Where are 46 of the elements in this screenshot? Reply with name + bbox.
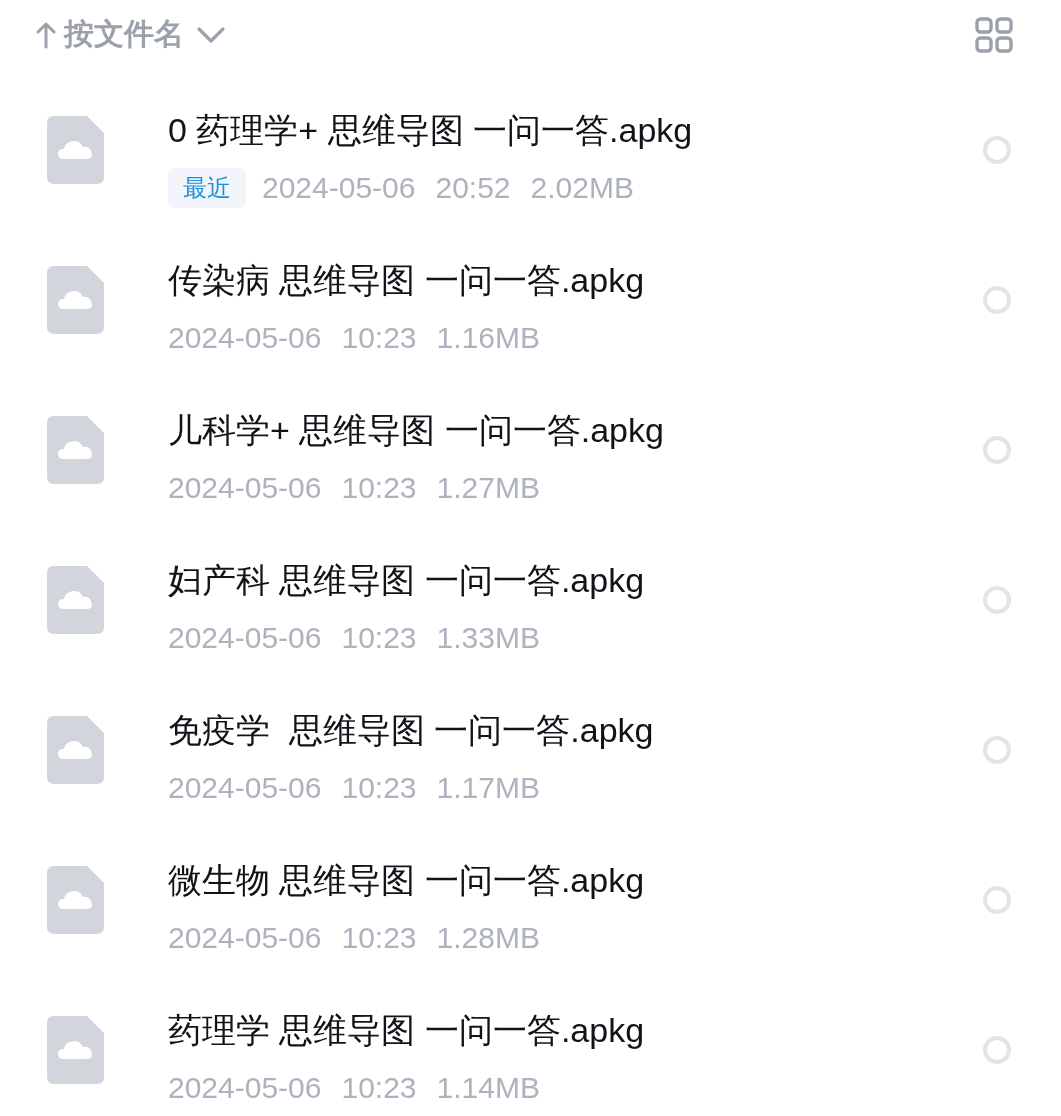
select-radio[interactable] (983, 1036, 1011, 1064)
select-radio[interactable] (983, 286, 1011, 314)
file-time: 10:23 (341, 320, 417, 356)
file-name[interactable]: 妇产科 思维导图 一问一答.apkg (168, 558, 983, 602)
file-size: 1.14MB (436, 1070, 540, 1106)
arrow-up-icon (36, 20, 56, 49)
file-name[interactable]: 0 药理学+ 思维导图 一问一答.apkg (168, 108, 983, 152)
file-time: 20:52 (435, 170, 511, 206)
file-size: 1.28MB (436, 920, 540, 956)
select-radio[interactable] (983, 136, 1011, 164)
file-time: 10:23 (341, 620, 417, 656)
select-radio[interactable] (983, 736, 1011, 764)
select-radio[interactable] (983, 586, 1011, 614)
file-time: 10:23 (341, 470, 417, 506)
file-name[interactable]: 微生物 思维导图 一问一答.apkg (168, 858, 983, 902)
file-size: 1.17MB (436, 770, 540, 806)
cloud-file-icon (47, 416, 104, 484)
cloud-file-icon (47, 266, 104, 334)
cloud-file-icon (47, 116, 104, 184)
file-size: 1.33MB (436, 620, 540, 656)
file-time: 10:23 (341, 920, 417, 956)
grid-view-icon[interactable] (975, 16, 1013, 53)
cloud-file-icon (47, 1016, 104, 1084)
file-date: 2024-05-06 (168, 620, 322, 656)
cloud-file-icon (47, 716, 104, 784)
file-date: 2024-05-06 (168, 920, 322, 956)
file-size: 1.27MB (436, 470, 540, 506)
file-time: 10:23 (341, 770, 417, 806)
file-date: 2024-05-06 (168, 770, 322, 806)
cloud-file-icon (47, 566, 104, 634)
file-size: 1.16MB (436, 320, 540, 356)
file-date: 2024-05-06 (168, 1070, 322, 1106)
file-name[interactable]: 儿科学+ 思维导图 一问一答.apkg (168, 408, 983, 452)
file-date: 2024-05-06 (262, 170, 416, 206)
select-radio[interactable] (983, 436, 1011, 464)
file-name[interactable]: 传染病 思维导图 一问一答.apkg (168, 258, 983, 302)
file-name[interactable]: 药理学 思维导图 一问一答.apkg (168, 1008, 983, 1052)
file-name[interactable]: 免疫学 思维导图 一问一答.apkg (168, 708, 983, 752)
recent-badge: 最近 (168, 168, 246, 208)
file-size: 2.02MB (530, 170, 634, 206)
cloud-file-icon (47, 866, 104, 934)
select-radio[interactable] (983, 886, 1011, 914)
chevron-down-icon (196, 25, 226, 44)
file-time: 10:23 (341, 1070, 417, 1106)
file-date: 2024-05-06 (168, 320, 322, 356)
file-date: 2024-05-06 (168, 470, 322, 506)
